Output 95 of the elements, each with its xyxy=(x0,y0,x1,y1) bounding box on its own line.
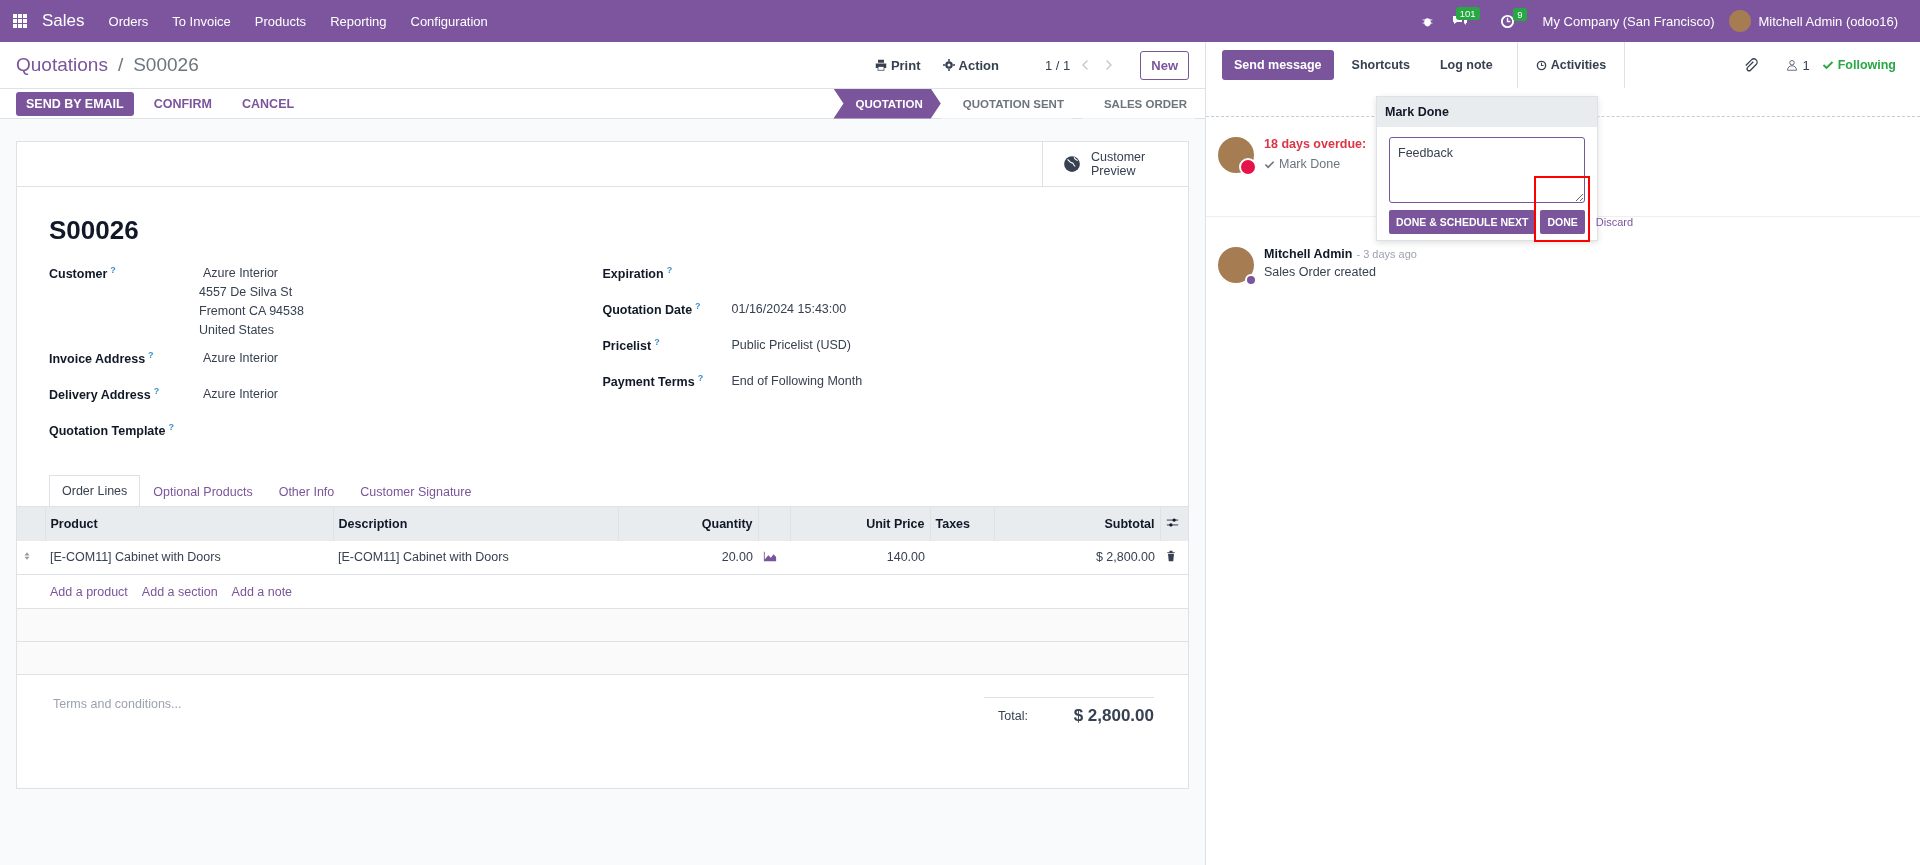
help-tooltip-mark[interactable]: ? xyxy=(695,301,701,311)
activities-button[interactable]: Activities xyxy=(1516,42,1626,88)
app-name[interactable]: Sales xyxy=(32,11,95,31)
user-menu[interactable]: Mitchell Admin (odoo16) xyxy=(1754,13,1908,29)
record-name: S00026 xyxy=(133,54,199,76)
new-button[interactable]: New xyxy=(1140,50,1189,80)
gear-icon xyxy=(942,59,955,71)
action-button[interactable]: CONFIRM xyxy=(143,91,223,116)
column-header[interactable]: Subtotal xyxy=(994,506,1160,541)
table-cell: [E-COM11] Cabinet with Doors xyxy=(333,540,618,575)
chatter-button[interactable]: Log note xyxy=(1427,50,1505,80)
menu-item[interactable]: Products xyxy=(244,13,317,29)
print-button[interactable]: Print xyxy=(868,57,927,73)
add-line-link[interactable]: Add a product xyxy=(50,584,128,599)
discard-link[interactable]: Discard xyxy=(1595,216,1634,228)
menu-item[interactable]: To Invoice xyxy=(162,13,241,29)
action-button[interactable]: CANCEL xyxy=(232,91,305,116)
printer-icon xyxy=(874,59,887,71)
activity-type-icon xyxy=(1239,158,1257,176)
field-label: Quotation Date xyxy=(602,303,693,318)
field-value: Fremont CA 94538 xyxy=(199,304,304,318)
trash-icon xyxy=(1165,549,1177,562)
table-cell: 20.00 xyxy=(618,540,758,575)
field-label: Invoice Address xyxy=(49,352,146,367)
field-value: End of Following Month xyxy=(730,374,863,388)
feedback-field[interactable]: Feedback xyxy=(1389,137,1585,203)
table-cell: [E-COM11] Cabinet with Doors xyxy=(45,540,333,575)
globe-icon xyxy=(1063,155,1081,173)
apps-grid-icon xyxy=(12,13,28,29)
table-cell: 140.00 xyxy=(790,540,930,575)
help-tooltip-mark[interactable]: ? xyxy=(666,265,673,275)
field-value: 01/16/2024 15:43:00 xyxy=(730,302,847,316)
done-schedule-next-button[interactable]: DONE & SCHEDULE NEXT xyxy=(1389,210,1536,234)
message-count-badge: 101 xyxy=(1455,7,1480,20)
total-amount: $ 2,800.00 xyxy=(1073,706,1154,726)
message-author: Mitchell Admin xyxy=(1264,247,1353,261)
add-line-link[interactable]: Add a note xyxy=(231,584,293,599)
check-icon xyxy=(1821,59,1834,71)
help-tooltip-mark[interactable]: ? xyxy=(110,265,116,275)
help-tooltip-mark[interactable]: ? xyxy=(148,350,154,360)
message-date: - 3 days ago xyxy=(1356,248,1417,260)
chatter-button[interactable]: Shortcuts xyxy=(1339,50,1422,80)
chatter-button[interactable]: Send message xyxy=(1222,50,1334,80)
status-dot xyxy=(1245,274,1257,286)
field-value: Azure Interior xyxy=(202,387,279,401)
notebook-tab[interactable]: Order Lines xyxy=(49,475,141,507)
company-switcher[interactable]: My Company (San Francisco) xyxy=(1532,13,1725,29)
menu-item[interactable]: Orders xyxy=(98,13,159,29)
table-cell: $ 2,800.00 xyxy=(994,540,1160,575)
breadcrumb-link[interactable]: Quotations xyxy=(16,54,108,76)
column-header[interactable]: Unit Price xyxy=(790,506,930,541)
help-tooltip-mark[interactable]: ? xyxy=(153,386,160,396)
status-stage[interactable]: QUOTATION xyxy=(833,88,941,119)
field-value: 4557 De Silva St xyxy=(199,285,294,299)
paperclip-icon xyxy=(1743,57,1759,73)
help-tooltip-mark[interactable]: ? xyxy=(168,422,174,432)
user-avatar xyxy=(1728,10,1751,32)
record-title: S00026 xyxy=(49,215,140,246)
field-value: Azure Interior xyxy=(202,266,280,280)
field-label: Quotation Template xyxy=(49,424,166,439)
field-label: Pricelist xyxy=(602,339,652,354)
field-value: Azure Interior xyxy=(202,351,279,365)
message-body: Sales Order created xyxy=(1264,265,1377,279)
overdue-label: 18 days overdue: xyxy=(1264,137,1367,151)
help-tooltip-mark[interactable]: ? xyxy=(654,337,660,347)
field-value: Public Pricelist (USD) xyxy=(730,338,851,352)
popover-title: Mark Done xyxy=(1377,97,1597,127)
menu-item[interactable]: Configuration xyxy=(400,13,498,29)
activity-count-badge: 9 xyxy=(1513,7,1527,21)
add-line-link[interactable]: Add a section xyxy=(141,584,218,599)
followers-button[interactable]: 1 xyxy=(1780,57,1816,73)
column-header[interactable]: Description xyxy=(333,506,618,541)
field-label: Expiration xyxy=(602,267,664,282)
person-icon xyxy=(1786,59,1799,71)
pager: 1 / 1 xyxy=(1044,57,1071,73)
column-header[interactable]: Taxes xyxy=(930,506,994,541)
clock-icon xyxy=(1535,59,1547,71)
menu-item[interactable]: Reporting xyxy=(320,13,397,29)
column-header[interactable]: Product xyxy=(45,506,333,541)
field-label: Customer xyxy=(49,267,108,282)
column-header[interactable]: Quantity xyxy=(618,506,758,541)
action-button[interactable]: SEND BY EMAIL xyxy=(16,91,134,116)
help-tooltip-mark[interactable]: ? xyxy=(697,373,704,383)
total-label: Total: xyxy=(998,709,1028,723)
clock-icon xyxy=(1499,13,1515,29)
user-avatar xyxy=(1218,247,1254,283)
following-button[interactable]: Following xyxy=(1821,58,1896,72)
field-label: Delivery Address xyxy=(49,388,151,403)
field-label: Payment Terms xyxy=(602,375,695,390)
drag-handle-icon xyxy=(22,551,32,562)
breadcrumb-separator: / xyxy=(117,54,124,76)
done-button[interactable]: DONE xyxy=(1540,210,1585,234)
mark-done-link[interactable]: Mark Done xyxy=(1264,157,1367,171)
action-button[interactable]: Action xyxy=(936,57,1005,73)
field-value: United States xyxy=(199,323,276,337)
